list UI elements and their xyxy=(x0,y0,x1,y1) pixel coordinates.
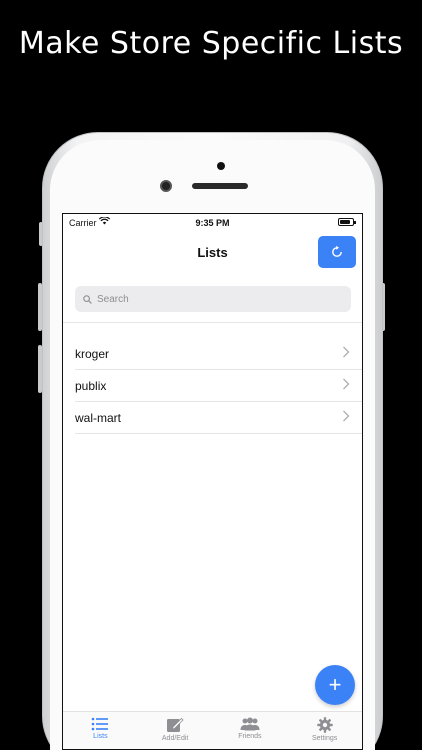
gear-icon xyxy=(316,717,333,733)
list-item-publix[interactable]: publix xyxy=(75,370,362,402)
tab-label: Add/Edit xyxy=(161,735,189,742)
plus-icon: + xyxy=(328,672,342,697)
edit-icon xyxy=(167,717,184,732)
list-item-wal-mart[interactable]: wal-mart xyxy=(75,402,362,434)
nav-bar: Lists xyxy=(63,232,362,292)
tab-settings[interactable]: Settings xyxy=(287,712,362,749)
chevron-right-icon xyxy=(343,410,350,422)
app-screen: Carrier 9:35 PM Lists Search kroger publ… xyxy=(62,213,363,750)
add-list-button[interactable]: + xyxy=(315,665,355,705)
earpiece-speaker xyxy=(192,183,248,189)
refresh-button[interactable] xyxy=(318,236,356,268)
tab-label: Settings xyxy=(311,735,338,742)
list-item-label: kroger xyxy=(75,347,110,361)
tab-add-edit[interactable]: Add/Edit xyxy=(138,712,213,749)
headline: Make Store Specific Lists xyxy=(18,26,404,61)
divider xyxy=(63,322,362,323)
search-icon xyxy=(83,294,92,304)
tab-lists[interactable]: Lists xyxy=(63,712,138,749)
search-placeholder: Search xyxy=(97,293,129,305)
battery-icon xyxy=(338,218,356,226)
proximity-sensor xyxy=(217,162,225,170)
search-input[interactable]: Search xyxy=(75,286,351,312)
tab-label: Lists xyxy=(93,733,108,740)
list-item-label: publix xyxy=(75,379,107,393)
store-list: kroger publix wal-mart xyxy=(75,338,362,434)
tab-friends[interactable]: Friends xyxy=(213,712,288,749)
tab-bar: Lists Add/Edit Friends Settings xyxy=(63,711,362,749)
list-item-kroger[interactable]: kroger xyxy=(75,338,362,370)
chevron-right-icon xyxy=(343,346,350,358)
chevron-right-icon xyxy=(343,378,350,390)
status-bar: Carrier 9:35 PM xyxy=(63,214,362,232)
front-camera xyxy=(160,180,172,192)
tab-label: Friends xyxy=(238,733,262,740)
status-time: 9:35 PM xyxy=(195,218,230,228)
refresh-icon xyxy=(332,245,342,257)
list-icon xyxy=(92,717,109,731)
friends-icon xyxy=(240,717,260,731)
list-item-label: wal-mart xyxy=(75,411,122,425)
